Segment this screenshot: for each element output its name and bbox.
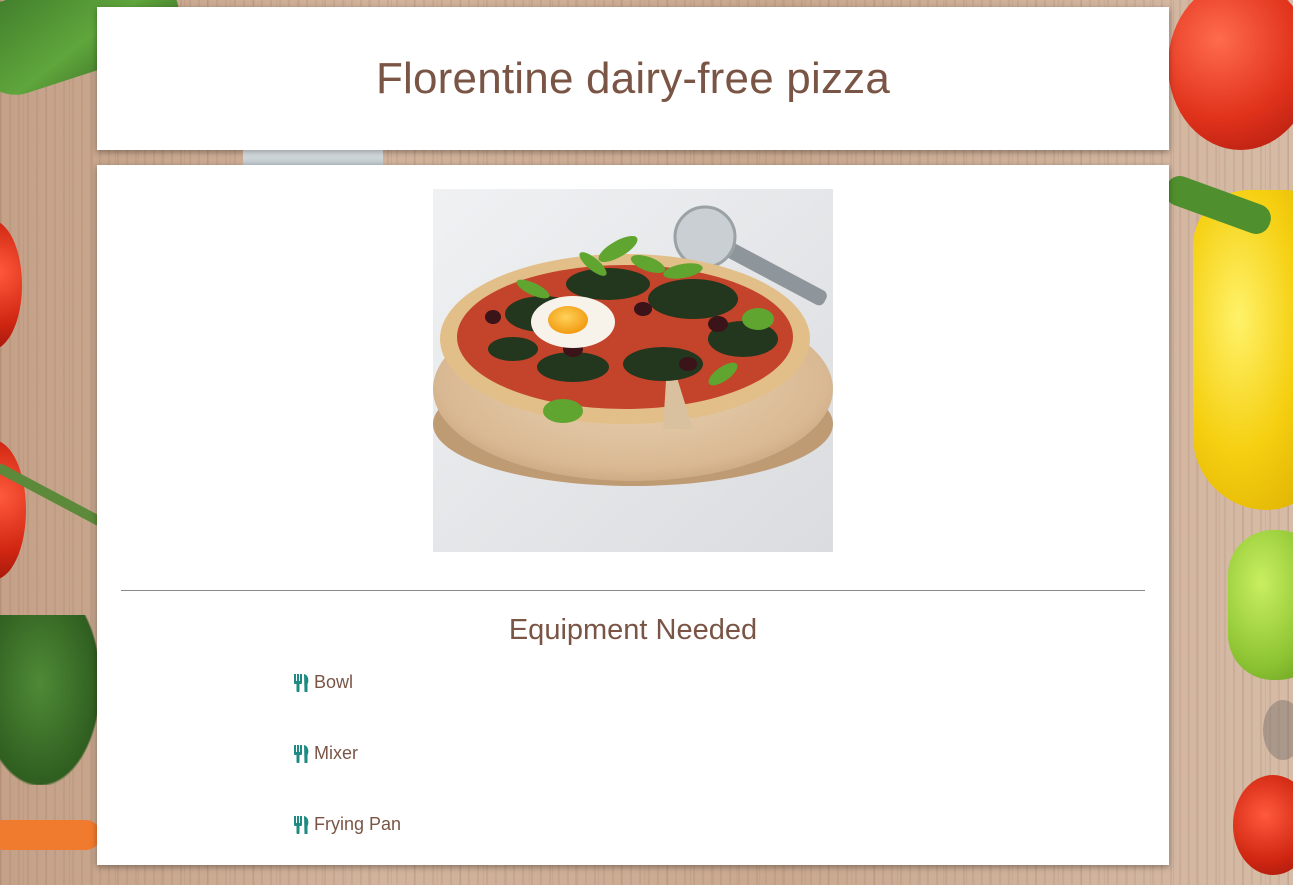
list-item: Mixer [293, 743, 401, 814]
utensils-icon [294, 674, 309, 692]
equipment-item-label: Mixer [314, 743, 358, 763]
knife-decoration [243, 148, 383, 166]
list-item: Bowl [293, 672, 401, 743]
tomato-decoration [1233, 775, 1293, 875]
section-divider [121, 590, 1145, 591]
tomato-decoration [0, 220, 22, 350]
recipe-card: Equipment Needed Bowl Mixer Frying Pan [97, 165, 1169, 865]
utensils-icon [294, 745, 309, 763]
scroll-button[interactable] [1263, 700, 1293, 760]
page-title: Florentine dairy-free pizza [375, 53, 891, 103]
utensils-icon [294, 816, 309, 834]
equipment-item-label: Frying Pan [314, 814, 402, 834]
list-item: Frying Pan [293, 814, 401, 885]
herb-decoration [0, 615, 100, 785]
pizza-illustration [433, 189, 833, 552]
tomato-decoration [0, 440, 26, 580]
equipment-item-label: Bowl [314, 672, 354, 692]
page-header: Florentine dairy-free pizza [97, 7, 1169, 150]
pizza-photo [433, 189, 833, 552]
tomato-decoration [1168, 0, 1293, 150]
yellow-pepper-decoration [1193, 190, 1293, 510]
green-pepper-decoration [1228, 530, 1293, 680]
equipment-list: Bowl Mixer Frying Pan [293, 672, 401, 885]
equipment-heading: Equipment Needed [508, 614, 758, 646]
carrot-decoration [0, 820, 100, 850]
